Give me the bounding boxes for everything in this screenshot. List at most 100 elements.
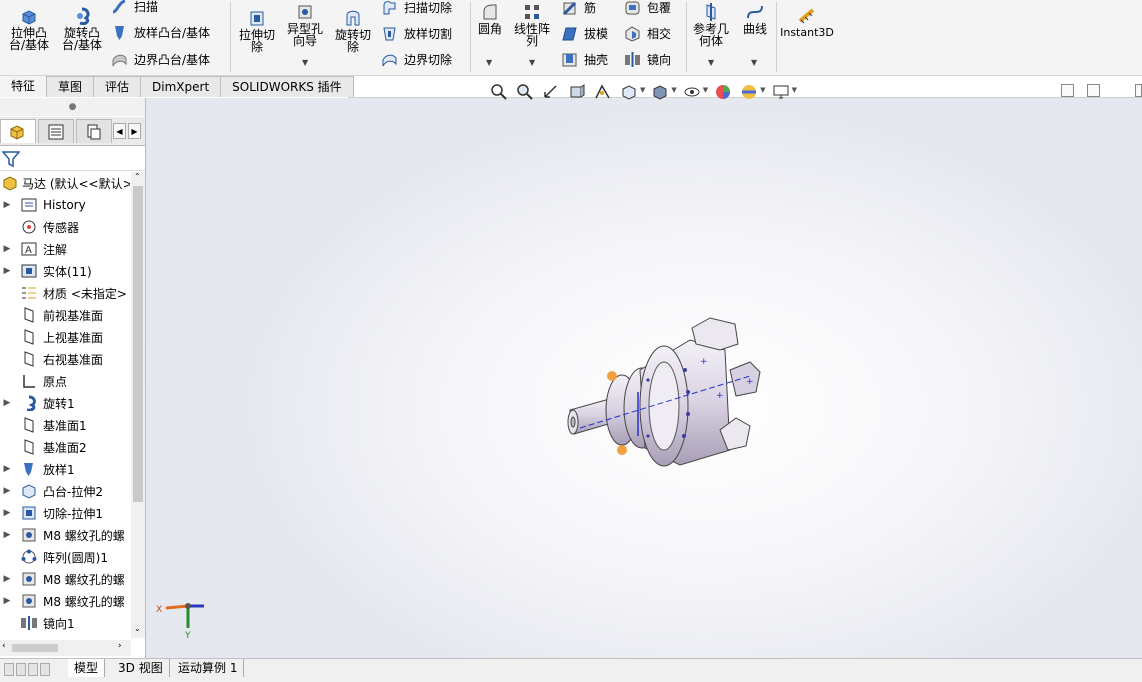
tree-item[interactable]: 镜向1	[0, 612, 130, 634]
linear-pattern-button[interactable]: 线性阵列	[510, 3, 554, 47]
reference-geometry-dropdown-icon[interactable]: ▼	[708, 58, 714, 67]
boundary-boss-button[interactable]: 边界凸台/基体	[111, 49, 210, 69]
view-orientation-dropdown-icon[interactable]: ▼	[640, 86, 645, 94]
expand-arrow-icon[interactable]: ▶	[2, 596, 12, 606]
tree-item[interactable]: ▶ M8 螺纹孔的螺	[0, 568, 130, 590]
revolve-boss-button[interactable]: 旋转凸台/基体	[59, 7, 105, 51]
scroll-left-icon[interactable]: ‹	[2, 641, 6, 651]
swept-cut-button[interactable]: 扫描切除	[381, 0, 452, 17]
display-style-icon[interactable]	[651, 83, 669, 101]
reference-geometry-button[interactable]: 参考几何体	[691, 3, 731, 47]
hide-show-items-icon[interactable]	[683, 83, 701, 101]
curves-button[interactable]: 曲线	[739, 3, 771, 35]
loft-boss-button[interactable]: 放样凸台/基体	[111, 22, 210, 42]
section-view-icon[interactable]	[568, 83, 586, 101]
maximize-viewport-icon[interactable]	[1087, 84, 1100, 97]
view-settings-dropdown-icon[interactable]: ▼	[792, 86, 797, 94]
prev-tab-icon[interactable]	[16, 663, 26, 676]
expand-arrow-icon[interactable]: ▶	[2, 508, 12, 518]
close-viewport-icon[interactable]	[1135, 84, 1142, 97]
lofted-cut-button[interactable]: 放样切割	[381, 23, 452, 43]
first-tab-icon[interactable]	[4, 663, 14, 676]
tab-configuration-manager[interactable]	[76, 119, 112, 143]
tree-item[interactable]: 材质 <未指定>	[0, 282, 130, 304]
mirror-button[interactable]: 镜向	[624, 49, 671, 69]
wrap-button[interactable]: 包覆	[624, 0, 671, 17]
tab-sketch[interactable]: 草图	[47, 76, 95, 97]
scroll-up-icon[interactable]: ⌃	[134, 172, 141, 181]
tree-item[interactable]: 前视基准面	[0, 304, 130, 326]
scroll-right-icon[interactable]: ›	[118, 641, 122, 651]
expand-arrow-icon[interactable]: ▶	[2, 244, 12, 254]
tree-item[interactable]: ▶ 放样1	[0, 458, 130, 480]
tree-item[interactable]: 基准面2	[0, 436, 130, 458]
apply-scene-icon[interactable]	[740, 83, 758, 101]
expand-arrow-icon[interactable]: ▶	[2, 398, 12, 408]
hide-show-dropdown-icon[interactable]: ▼	[703, 86, 708, 94]
expand-arrow-icon[interactable]: ▶	[2, 266, 12, 276]
tab-dimxpert[interactable]: DimXpert	[141, 76, 222, 97]
fillet-button[interactable]: 圆角	[474, 3, 506, 35]
tree-horizontal-scrollbar[interactable]: ‹ ›	[0, 640, 131, 656]
tree-item[interactable]: 基准面1	[0, 414, 130, 436]
expand-arrow-icon[interactable]: ▶	[2, 464, 12, 474]
tree-item[interactable]: 阵列(圆周)1	[0, 546, 130, 568]
boundary-cut-button[interactable]: 边界切除	[381, 49, 452, 69]
view-settings-icon[interactable]	[772, 83, 790, 101]
intersect-button[interactable]: 相交	[624, 23, 671, 43]
tab-feature-manager[interactable]	[0, 119, 36, 143]
graphics-viewport[interactable]: + + + X Y	[146, 98, 1142, 658]
next-tab-icon[interactable]	[28, 663, 38, 676]
sweep-button[interactable]: 扫描	[111, 0, 158, 16]
expand-arrow-icon[interactable]: ▶	[2, 200, 12, 210]
curves-dropdown-icon[interactable]: ▼	[751, 58, 757, 67]
hole-wizard-dropdown-icon[interactable]: ▼	[302, 58, 308, 67]
expand-arrow-icon[interactable]: ▶	[2, 530, 12, 540]
hole-wizard-button[interactable]: 异型孔向导	[283, 3, 327, 47]
extrude-boss-button[interactable]: 拉伸凸台/基体	[6, 7, 52, 51]
scroll-thumb[interactable]	[133, 186, 143, 502]
tabs-scroll-right-icon[interactable]: ▶	[128, 123, 141, 139]
tab-features[interactable]: 特征	[0, 76, 48, 97]
linear-pattern-dropdown-icon[interactable]: ▼	[529, 58, 535, 67]
filter-icon[interactable]	[2, 150, 20, 168]
tabs-scroll-left-icon[interactable]: ◀	[113, 123, 126, 139]
tab-3d-views[interactable]: 3D 视图	[112, 659, 170, 677]
tree-item[interactable]: ▶ M8 螺纹孔的螺	[0, 524, 130, 546]
tree-item[interactable]: 右视基准面	[0, 348, 130, 370]
tree-item[interactable]: 上视基准面	[0, 326, 130, 348]
tree-item[interactable]: ▶ A 注解	[0, 238, 130, 260]
tab-solidworks-addins[interactable]: SOLIDWORKS 插件	[221, 76, 354, 97]
fillet-dropdown-icon[interactable]: ▼	[486, 58, 492, 67]
tree-item[interactable]: 原点	[0, 370, 130, 392]
display-style-dropdown-icon[interactable]: ▼	[671, 86, 676, 94]
tree-item[interactable]: ▶ 凸台-拉伸2	[0, 480, 130, 502]
tab-motion-study-1[interactable]: 运动算例 1	[172, 659, 245, 677]
tree-vertical-scrollbar[interactable]: ⌃ ⌄	[131, 172, 145, 638]
tree-item[interactable]: ▶ M8 螺纹孔的螺	[0, 590, 130, 612]
scroll-down-icon[interactable]: ⌄	[134, 624, 141, 633]
instant3d-button[interactable]: Instant3D	[779, 7, 835, 39]
tree-root[interactable]: 马达 (默认<<默认>	[0, 172, 130, 194]
tab-model[interactable]: 模型	[68, 659, 106, 677]
tree-item[interactable]: ▶ 旋转1	[0, 392, 130, 414]
tree-item[interactable]: ▶ 实体(11)	[0, 260, 130, 282]
shell-button[interactable]: 抽壳	[561, 49, 608, 69]
previous-view-icon[interactable]	[542, 83, 560, 101]
apply-scene-dropdown-icon[interactable]: ▼	[760, 86, 765, 94]
tree-item[interactable]: 传感器	[0, 216, 130, 238]
revolve-cut-button[interactable]: 旋转切除	[331, 9, 375, 53]
restore-viewport-icon[interactable]	[1061, 84, 1074, 97]
scroll-thumb[interactable]	[12, 644, 58, 652]
dynamic-annotation-icon[interactable]	[594, 83, 612, 101]
last-tab-icon[interactable]	[40, 663, 50, 676]
expand-arrow-icon[interactable]: ▶	[2, 574, 12, 584]
tab-evaluate[interactable]: 评估	[94, 76, 142, 97]
zoom-to-area-icon[interactable]	[516, 83, 534, 101]
zoom-to-fit-icon[interactable]	[490, 83, 508, 101]
extrude-cut-button[interactable]: 拉伸切除	[235, 9, 279, 53]
draft-button[interactable]: 拔模	[561, 23, 608, 43]
rib-button[interactable]: 筋	[561, 0, 596, 17]
motor-model[interactable]: + + +	[560, 310, 780, 470]
tree-item[interactable]: ▶ History	[0, 194, 130, 216]
